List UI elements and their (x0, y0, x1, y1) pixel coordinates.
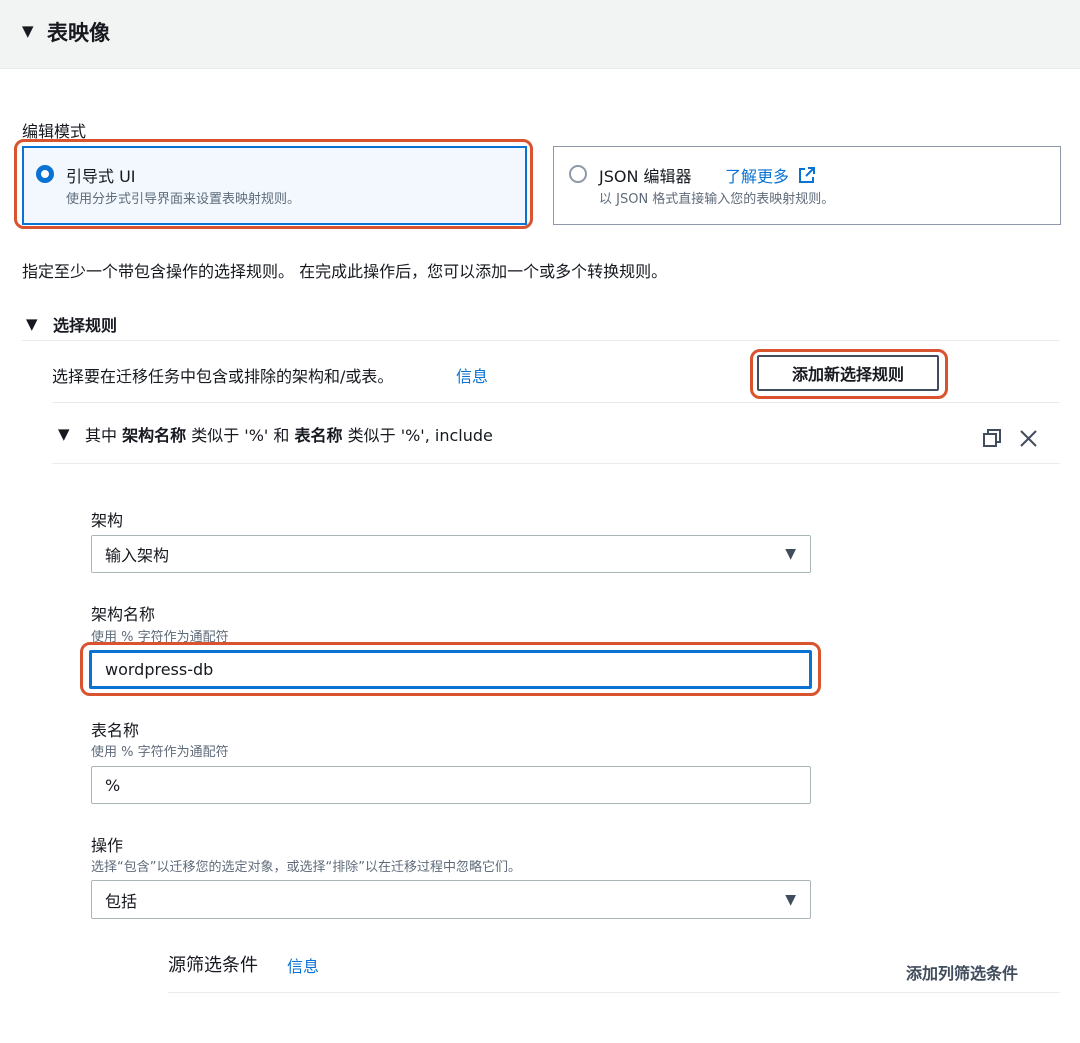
source-filter-info-link[interactable]: 信息 (287, 953, 319, 977)
learn-more-link[interactable]: 了解更多 (725, 163, 816, 187)
schema-select-value: 输入架构 (105, 546, 170, 565)
caret-down-icon: ▼ (785, 891, 796, 908)
selection-rules-description: 选择要在迁移任务中包含或排除的架构和/或表。 (52, 367, 394, 386)
table-name-hint: 使用 % 字符作为通配符 (91, 745, 229, 760)
instruction-text: 指定至少一个带包含操作的选择规则。 在完成此操作后，您可以添加一个或多个转换规则… (22, 262, 668, 281)
json-editor-title: JSON 编辑器 (599, 167, 692, 186)
duplicate-icon[interactable] (983, 429, 1002, 448)
selection-rules-title: 选择规则 (53, 316, 118, 335)
json-editor-option[interactable]: JSON 编辑器 了解更多 以 JSON 格式直接输入您的表映射规则。 (553, 146, 1061, 225)
schema-name-label: 架构名称 (91, 605, 156, 624)
caret-down-icon: ▼ (785, 546, 796, 562)
caret-down-icon: ▼ (26, 315, 38, 333)
table-name-input[interactable]: % (91, 766, 811, 804)
schema-label: 架构 (91, 511, 124, 530)
action-hint: 选择“包含”以迁移您的选定对象，或选择“排除”以在迁移过程中忽略它们。 (91, 860, 521, 875)
selection-rules-toggle[interactable]: ▼ 选择规则 (22, 310, 322, 336)
divider (22, 340, 1060, 341)
divider (168, 992, 1060, 993)
table-name-label: 表名称 (91, 721, 140, 740)
divider (52, 463, 1060, 464)
table-name-value: % (105, 775, 121, 795)
selection-rules-info-link[interactable]: 信息 (456, 363, 488, 387)
divider (52, 402, 1060, 403)
close-icon[interactable] (1019, 429, 1038, 448)
caret-down-icon: ▼ (22, 22, 34, 40)
highlight-guided-ui (14, 139, 533, 229)
action-select[interactable]: 包括 ▼ (91, 880, 811, 919)
external-link-icon (799, 167, 816, 183)
schema-select[interactable]: 输入架构 ▼ (91, 535, 811, 573)
json-editor-description: 以 JSON 格式直接输入您的表映射规则。 (599, 192, 835, 207)
learn-more-label: 了解更多 (725, 167, 790, 186)
highlight-schema-name (80, 642, 821, 696)
section-header[interactable]: ▼ 表映像 (0, 0, 1080, 69)
action-select-value: 包括 (105, 891, 138, 911)
rule-summary-toggle[interactable]: ▼ 其中 架构名称 类似于 '%' 和 表名称 类似于 '%', include (52, 420, 952, 448)
action-label: 操作 (91, 836, 124, 855)
add-column-filter-button[interactable]: 添加列筛选条件 (906, 960, 1018, 984)
caret-down-icon: ▼ (58, 425, 70, 443)
section-title: 表映像 (47, 21, 110, 45)
source-filter-title: 源筛选条件 (168, 955, 258, 976)
json-editor-radio[interactable] (569, 165, 587, 183)
rule-summary-text: 其中 架构名称 类似于 '%' 和 表名称 类似于 '%', include (85, 426, 493, 445)
highlight-add-rule-button (750, 349, 948, 399)
